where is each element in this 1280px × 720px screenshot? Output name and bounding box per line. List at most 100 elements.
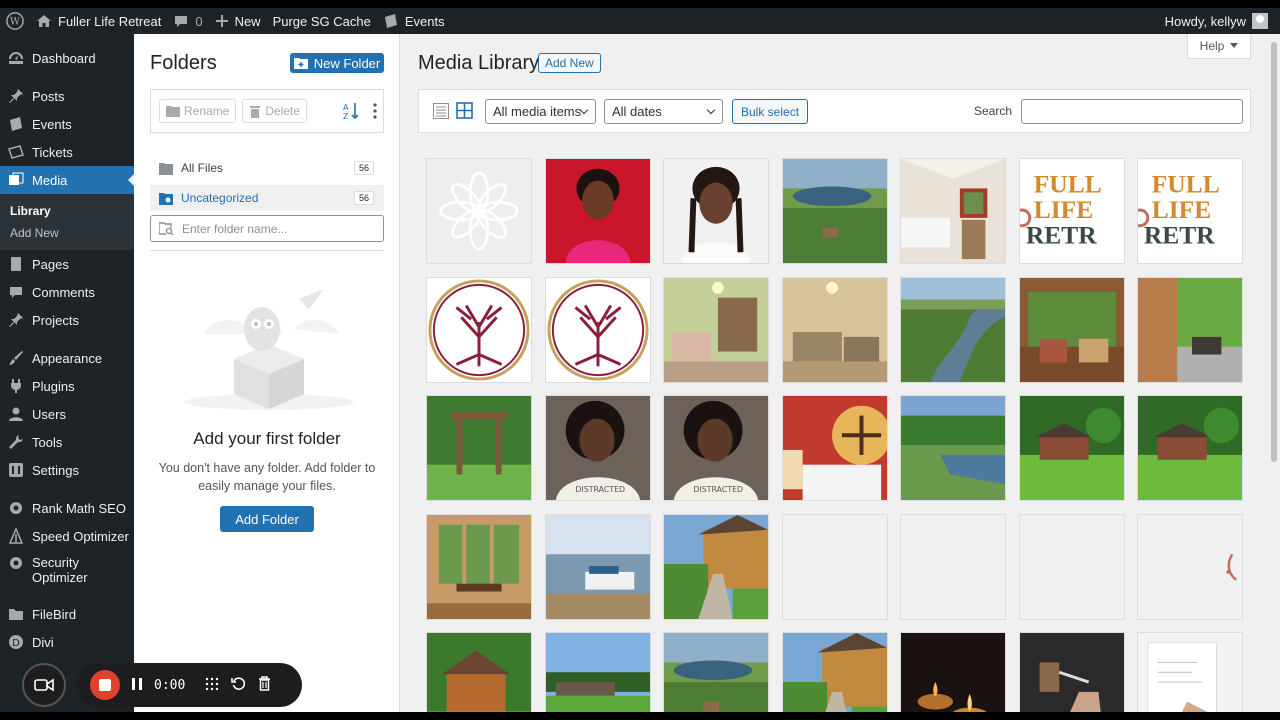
media-thumbnail[interactable] — [545, 158, 651, 264]
media-thumbnail[interactable] — [663, 277, 769, 383]
date-filter-select[interactable]: All dates — [604, 99, 723, 124]
speed-icon — [8, 528, 24, 544]
sort-icon[interactable]: AZ — [343, 102, 359, 123]
media-thumbnail[interactable] — [426, 395, 532, 501]
media-thumbnail[interactable] — [545, 514, 651, 620]
delete-button[interactable]: Delete — [242, 99, 308, 123]
comments-link[interactable]: 0 — [167, 8, 208, 34]
folder-all-files[interactable]: All Files 56 — [150, 155, 384, 181]
media-thumbnail[interactable] — [426, 158, 532, 264]
rename-button[interactable]: Rename — [159, 99, 237, 123]
sidebar-item-label: Pages — [32, 256, 69, 272]
scrollbar[interactable] — [1268, 34, 1280, 712]
media-thumbnail[interactable]: FULL LIFE RETR — [1019, 158, 1125, 264]
media-thumbnail[interactable] — [1137, 632, 1243, 712]
media-thumbnail[interactable] — [663, 158, 769, 264]
trash-icon[interactable] — [258, 676, 271, 694]
sidebar-item-label: Appearance — [32, 350, 103, 366]
restart-icon[interactable] — [231, 676, 246, 694]
media-thumbnail[interactable] — [900, 277, 1006, 383]
sidebar-item-label: Settings — [32, 462, 79, 478]
sidebar-item-pages[interactable]: Pages — [0, 250, 134, 278]
events-link[interactable]: Events — [377, 8, 451, 34]
sidebar-item-divi[interactable]: D Divi — [0, 628, 134, 656]
submenu-add-new[interactable]: Add New — [0, 222, 134, 244]
media-thumbnail[interactable] — [900, 632, 1006, 712]
sidebar-item-posts[interactable]: Posts — [0, 82, 134, 110]
media-thumbnail[interactable] — [663, 632, 769, 712]
media-thumbnail[interactable] — [1137, 514, 1243, 620]
sidebar-item-users[interactable]: Users — [0, 400, 134, 428]
media-thumbnail[interactable] — [900, 158, 1006, 264]
media-thumbnail[interactable] — [1019, 277, 1125, 383]
account-menu[interactable]: Howdy, kellyw — [1165, 13, 1280, 29]
sidebar-item-rank-math[interactable]: Rank Math SEO — [0, 494, 134, 522]
list-view-icon[interactable] — [433, 103, 449, 122]
sidebar-item-dashboard[interactable]: Dashboard — [0, 44, 134, 72]
wordpress-logo-icon[interactable]: W — [0, 8, 30, 34]
media-thumbnail[interactable] — [782, 395, 888, 501]
sidebar-item-appearance[interactable]: Appearance — [0, 344, 134, 372]
submenu-library[interactable]: Library — [0, 200, 134, 222]
media-type-select[interactable]: All media items — [485, 99, 596, 124]
sidebar-item-comments[interactable]: Comments — [0, 278, 134, 306]
sidebar-item-projects[interactable]: Projects — [0, 306, 134, 334]
media-thumbnail[interactable] — [426, 277, 532, 383]
pause-icon[interactable] — [132, 677, 142, 693]
purge-cache-link[interactable]: Purge SG Cache — [267, 8, 377, 34]
sidebar-item-filebird[interactable]: FileBird — [0, 600, 134, 628]
media-thumbnail[interactable]: DISTRACTED — [545, 395, 651, 501]
grid-view-icon[interactable] — [456, 102, 473, 122]
media-thumbnail[interactable] — [782, 632, 888, 712]
search-input[interactable] — [1021, 99, 1243, 124]
media-thumbnail[interactable] — [900, 514, 1006, 620]
sidebar-item-events[interactable]: Events — [0, 110, 134, 138]
media-thumbnail[interactable] — [426, 632, 532, 712]
media-thumbnail[interactable] — [1137, 277, 1243, 383]
media-thumbnail[interactable] — [1019, 395, 1125, 501]
sidebar-item-tickets[interactable]: Tickets — [0, 138, 134, 166]
sidebar-item-security-optimizer[interactable]: Security Optimizer — [0, 550, 134, 590]
media-thumbnail[interactable] — [1019, 514, 1125, 620]
folder-search-placeholder: Enter folder name... — [182, 221, 288, 236]
media-thumbnail[interactable] — [663, 514, 769, 620]
media-thumbnail[interactable] — [426, 514, 532, 620]
media-thumbnail[interactable] — [782, 514, 888, 620]
media-thumbnail[interactable] — [1019, 632, 1125, 712]
empty-folder-illustration — [174, 274, 364, 414]
delete-label: Delete — [265, 104, 301, 118]
new-folder-button[interactable]: New Folder — [290, 53, 384, 73]
folders-panel: Folders New Folder Rename Delete AZ All … — [134, 34, 400, 712]
media-thumbnail[interactable]: DISTRACTED — [663, 395, 769, 501]
add-new-button[interactable]: Add New — [538, 53, 601, 73]
media-thumbnail[interactable] — [782, 158, 888, 264]
plug-icon — [8, 378, 24, 394]
folder-search-field[interactable]: Enter folder name... — [150, 215, 384, 242]
media-thumbnail[interactable] — [900, 395, 1006, 501]
media-thumbnail[interactable] — [782, 277, 888, 383]
gear-icon — [8, 555, 24, 571]
ticket-icon — [8, 144, 24, 160]
help-button[interactable]: Help — [1187, 34, 1251, 59]
sidebar-item-label: Rank Math SEO — [32, 500, 126, 516]
sidebar-item-tools[interactable]: Tools — [0, 428, 134, 456]
media-thumbnail[interactable] — [545, 632, 651, 712]
media-thumbnail[interactable] — [545, 277, 651, 383]
camera-toggle-button[interactable] — [22, 663, 66, 707]
media-thumbnail[interactable] — [1137, 395, 1243, 501]
stop-recording-button[interactable] — [90, 670, 120, 700]
site-name-link[interactable]: Fuller Life Retreat — [30, 8, 167, 34]
sidebar-item-media[interactable]: Media — [0, 166, 134, 194]
folder-uncategorized[interactable]: Uncategorized 56 — [150, 185, 384, 211]
add-folder-button[interactable]: Add Folder — [220, 506, 314, 532]
sidebar-item-settings[interactable]: Settings — [0, 456, 134, 484]
sidebar-item-speed-optimizer[interactable]: Speed Optimizer — [0, 522, 134, 550]
sidebar-item-plugins[interactable]: Plugins — [0, 372, 134, 400]
grid-dots-icon[interactable] — [205, 677, 219, 694]
more-options-icon[interactable] — [373, 103, 377, 122]
scrollbar-thumb[interactable] — [1271, 42, 1277, 462]
bulk-select-button[interactable]: Bulk select — [732, 99, 809, 124]
media-thumbnail[interactable]: FULL LIFE RETR — [1137, 158, 1243, 264]
new-content-link[interactable]: New — [209, 8, 267, 34]
pin-icon — [8, 312, 24, 328]
